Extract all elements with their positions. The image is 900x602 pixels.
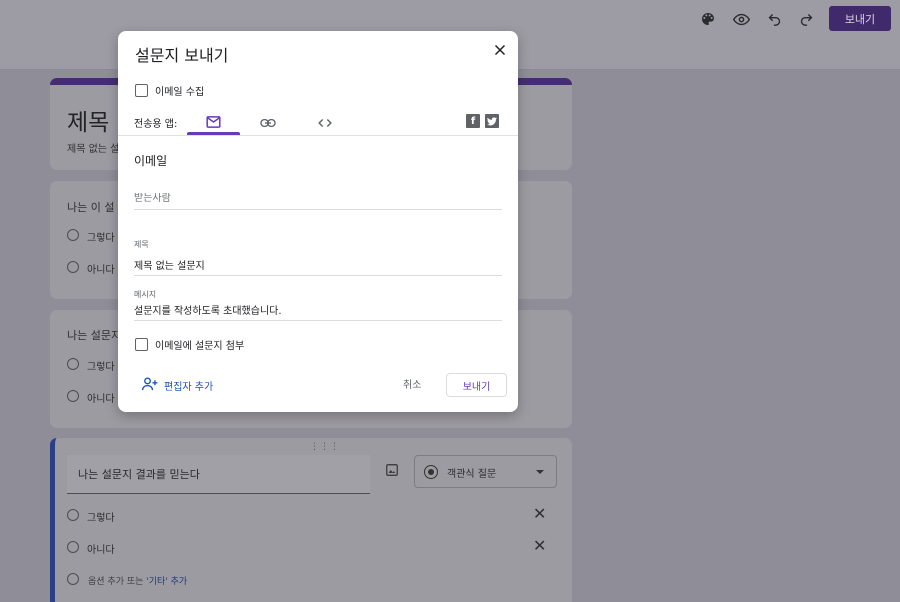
- eye-icon[interactable]: [731, 9, 751, 29]
- twitter-icon[interactable]: [485, 114, 499, 128]
- add-option-row[interactable]: 옵션 추가 또는 '기타' 추가: [88, 574, 187, 587]
- question-title-field[interactable]: 나는 설문지 결과를 믿는다: [67, 455, 370, 494]
- radio-option[interactable]: [67, 358, 79, 370]
- radio-button-icon: [424, 465, 438, 479]
- mail-icon: [206, 113, 221, 132]
- tab-embed[interactable]: [300, 110, 350, 134]
- remove-option-icon[interactable]: ✕: [533, 536, 546, 555]
- option-label: 그렇다: [87, 233, 115, 244]
- code-icon: [318, 113, 332, 132]
- radio-option[interactable]: [67, 509, 79, 521]
- option-label[interactable]: 아니다: [87, 541, 115, 556]
- question-text: 나는 설문지 결과를 믿는다: [78, 468, 200, 481]
- active-question-card[interactable]: ⋮⋮⋮ 나는 설문지 결과를 믿는다 객관식 질문 그렇다 ✕ 아니다 ✕ 옵션…: [50, 438, 572, 602]
- message-label: 메시지: [134, 290, 157, 299]
- option-label: 아니다: [87, 265, 115, 276]
- radio-option[interactable]: [67, 261, 79, 273]
- add-editors-label: 편집자 추가: [164, 382, 214, 393]
- subject-label: 제목: [134, 240, 149, 249]
- facebook-icon[interactable]: f: [466, 114, 480, 128]
- radio-option[interactable]: [67, 541, 79, 553]
- collect-email-checkbox[interactable]: [135, 84, 148, 97]
- option-label: 그렇다: [87, 362, 115, 373]
- message-input[interactable]: [134, 304, 502, 321]
- add-option-text[interactable]: 옵션 추가 또는: [88, 577, 143, 587]
- include-form-checkbox[interactable]: [135, 338, 148, 351]
- tab-link[interactable]: [243, 110, 293, 134]
- link-icon: [260, 113, 276, 132]
- person-add-icon: [141, 376, 158, 395]
- section-title: 이메일: [134, 154, 168, 168]
- send-form-dialog: 설문지 보내기 이메일 수집 전송용 앱: f 이메일 제목 메시지 이메: [118, 31, 518, 412]
- to-input[interactable]: [134, 193, 502, 210]
- redo-icon[interactable]: [796, 9, 816, 29]
- option-label: 아니다: [87, 394, 115, 405]
- question-text: 나는 설문지: [67, 329, 122, 342]
- drag-handle-icon[interactable]: ⋮⋮⋮: [310, 442, 340, 452]
- collect-email-label: 이메일 수집: [155, 87, 205, 98]
- dropdown-arrow-icon: [536, 470, 544, 474]
- send-button[interactable]: 보내기: [446, 373, 507, 397]
- send-button-top[interactable]: 보내기: [829, 6, 891, 31]
- send-via-label: 전송용 앱:: [134, 119, 178, 130]
- radio-option[interactable]: [67, 229, 79, 241]
- palette-icon[interactable]: [698, 9, 718, 29]
- dialog-title: 설문지 보내기: [135, 46, 229, 65]
- tab-email[interactable]: [187, 110, 240, 134]
- option-label[interactable]: 그렇다: [87, 509, 115, 524]
- subject-input[interactable]: [134, 259, 502, 276]
- image-icon[interactable]: [385, 462, 399, 481]
- form-title[interactable]: 제목: [67, 103, 109, 137]
- cancel-button[interactable]: 취소: [403, 376, 421, 391]
- form-description[interactable]: 제목 없는 설: [67, 140, 119, 155]
- close-icon[interactable]: [490, 40, 510, 60]
- question-type-select[interactable]: 객관식 질문: [414, 455, 557, 488]
- include-form-label: 이메일에 설문지 첨부: [155, 341, 245, 352]
- undo-icon[interactable]: [764, 9, 784, 29]
- add-editors-button[interactable]: 편집자 추가: [141, 376, 214, 395]
- remove-option-icon[interactable]: ✕: [533, 504, 546, 523]
- add-other-link[interactable]: '기타' 추가: [146, 577, 187, 587]
- radio-option[interactable]: [67, 390, 79, 402]
- question-type-label: 객관식 질문: [447, 469, 497, 480]
- question-text: 나는 이 설: [67, 201, 115, 214]
- tab-divider: [118, 135, 518, 136]
- radio-option-placeholder: [67, 573, 79, 585]
